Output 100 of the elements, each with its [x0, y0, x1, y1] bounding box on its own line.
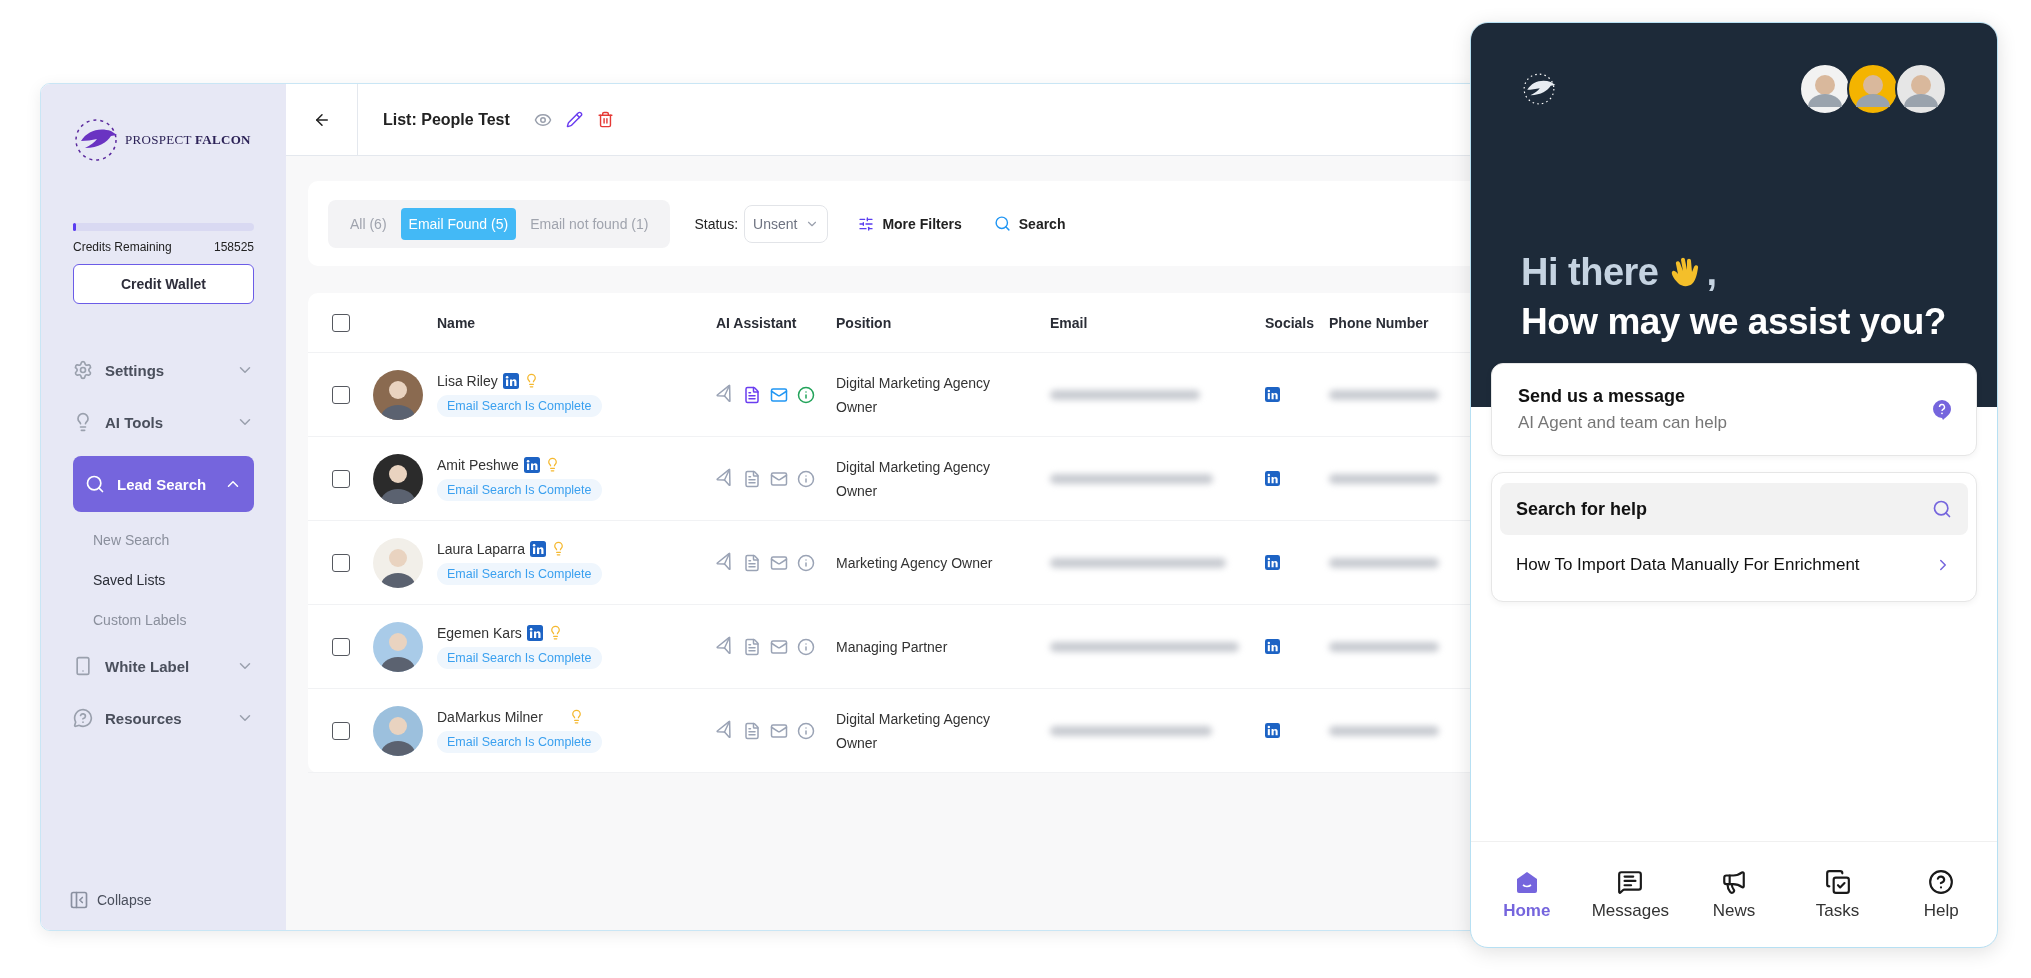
headline: How may we assist you? [1521, 300, 1946, 344]
mail-icon[interactable] [770, 721, 788, 740]
status-select[interactable]: Unsent [744, 204, 829, 243]
info-icon[interactable] [797, 385, 815, 404]
widget-tab[interactable]: Help [1896, 867, 1987, 922]
linkedin-icon[interactable] [1265, 555, 1280, 570]
avatar [373, 369, 423, 420]
widget-tab[interactable]: Messages [1585, 867, 1676, 922]
help-icon [1928, 868, 1955, 895]
widget-tab[interactable]: Tasks [1792, 867, 1883, 922]
select-all-checkbox[interactable] [332, 313, 350, 332]
column-header: Name [437, 314, 477, 331]
linkedin-icon[interactable] [1265, 387, 1280, 402]
more-filters-button[interactable]: More Filters [852, 214, 968, 233]
credits-value: 158525 [213, 240, 254, 254]
status-tag: Email Search Is Complete [437, 646, 602, 669]
position-cell-text: Marketing Agency Owner [836, 553, 994, 573]
info-icon[interactable] [797, 637, 815, 656]
status-tag: Email Search Is Complete [437, 562, 602, 585]
person-name: Amit Peshwe [437, 456, 519, 473]
position-cell-text: Managing Partner [836, 637, 949, 657]
settings-icon [73, 360, 93, 380]
row-checkbox[interactable] [332, 469, 350, 488]
avatar [1895, 63, 1947, 115]
row-checkbox[interactable] [332, 553, 350, 572]
linkedin-icon[interactable] [1265, 471, 1280, 486]
linkedin-icon[interactable] [526, 624, 543, 641]
nav-item[interactable]: Lead Search [73, 456, 254, 512]
nav-item[interactable]: Resources [73, 692, 254, 744]
linkedin-icon[interactable] [1265, 639, 1280, 654]
mail-icon[interactable] [770, 553, 788, 572]
sliders-icon [858, 215, 875, 232]
position-cell-text: Digital Marketing Agency Owner [836, 709, 992, 753]
megaphone-icon [1721, 868, 1747, 895]
search-button[interactable]: Search [987, 214, 1072, 233]
tasks-icon [1824, 868, 1851, 895]
search-icon [1932, 499, 1952, 519]
widget-tab[interactable]: Home [1481, 867, 1572, 922]
row-checkbox[interactable] [332, 385, 350, 404]
card-title: Send us a message [1518, 386, 1687, 407]
status-label: Status: [694, 215, 739, 232]
mail-icon[interactable] [770, 385, 788, 404]
send-message-card[interactable]: Send us a message AI Agent and team can help [1491, 363, 1977, 456]
info-icon[interactable] [797, 469, 815, 488]
help-article-link[interactable]: How To Import Data Manually For Enrichment [1500, 535, 1968, 595]
column-header: Phone Number [1329, 314, 1430, 331]
brand-name: PROSPECT FALCON [125, 132, 251, 148]
avatar [373, 705, 423, 756]
nav-item[interactable]: Settings [73, 344, 254, 396]
person-name: Laura Laparra [437, 540, 525, 557]
help-bubble-icon [73, 708, 93, 728]
nav-item[interactable]: AI Tools [73, 396, 254, 448]
trash-icon [596, 111, 614, 128]
notes-icon[interactable] [743, 553, 761, 572]
notes-icon[interactable] [743, 469, 761, 488]
column-header: AI Assistant [716, 314, 798, 331]
row-checkbox[interactable] [332, 721, 350, 740]
avatar [373, 537, 423, 588]
pencil-icon [565, 111, 583, 128]
linkedin-icon[interactable] [502, 372, 519, 389]
avatar [373, 453, 423, 504]
avatar [373, 621, 423, 672]
notes-icon[interactable] [743, 637, 761, 656]
column-header: Socials [1265, 314, 1316, 331]
mail-icon[interactable] [770, 469, 788, 488]
linkedin-icon[interactable] [523, 456, 540, 473]
column-header: Email [1050, 314, 1089, 331]
status-tag: Email Search Is Complete [437, 394, 602, 417]
credits-label: Credits Remaining [73, 240, 172, 254]
avatar [1847, 63, 1899, 115]
credit-wallet-button[interactable]: Credit Wallet [73, 264, 254, 304]
person-name: Lisa Riley [437, 372, 498, 389]
greeting-text: Hi there [1521, 251, 1659, 294]
collapse-button[interactable]: Collapse [69, 890, 254, 910]
status-tag: Email Search Is Complete [437, 478, 602, 501]
search-icon [993, 215, 1011, 232]
collapse-icon [69, 890, 89, 910]
row-checkbox[interactable] [332, 637, 350, 656]
question-bubble-icon [1932, 398, 1952, 421]
card-subtitle: AI Agent and team can help [1518, 413, 1727, 433]
chat-icon [1617, 868, 1644, 895]
mail-icon[interactable] [770, 637, 788, 656]
device-icon [73, 656, 93, 676]
help-search-field[interactable]: Search for help [1500, 483, 1968, 535]
nav-subitem[interactable]: Saved Lists [73, 560, 254, 600]
falcon-logo-icon [73, 117, 119, 163]
notes-icon[interactable] [743, 385, 761, 404]
info-icon[interactable] [797, 553, 815, 572]
falcon-logo-icon [1521, 71, 1557, 107]
position-cell-text: Digital Marketing Agency Owner [836, 457, 992, 501]
linkedin-icon[interactable] [529, 540, 546, 557]
info-icon[interactable] [797, 721, 815, 740]
widget-tab[interactable]: News [1689, 867, 1779, 922]
column-header: Position [836, 314, 893, 331]
linkedin-icon[interactable] [1265, 723, 1280, 738]
nav-item[interactable]: White Label [73, 640, 254, 692]
list-title: List: People Test [383, 110, 510, 129]
greeting-comma: , [1706, 251, 1717, 294]
notes-icon[interactable] [743, 721, 761, 740]
position-cell-text: Digital Marketing Agency Owner [836, 373, 992, 417]
